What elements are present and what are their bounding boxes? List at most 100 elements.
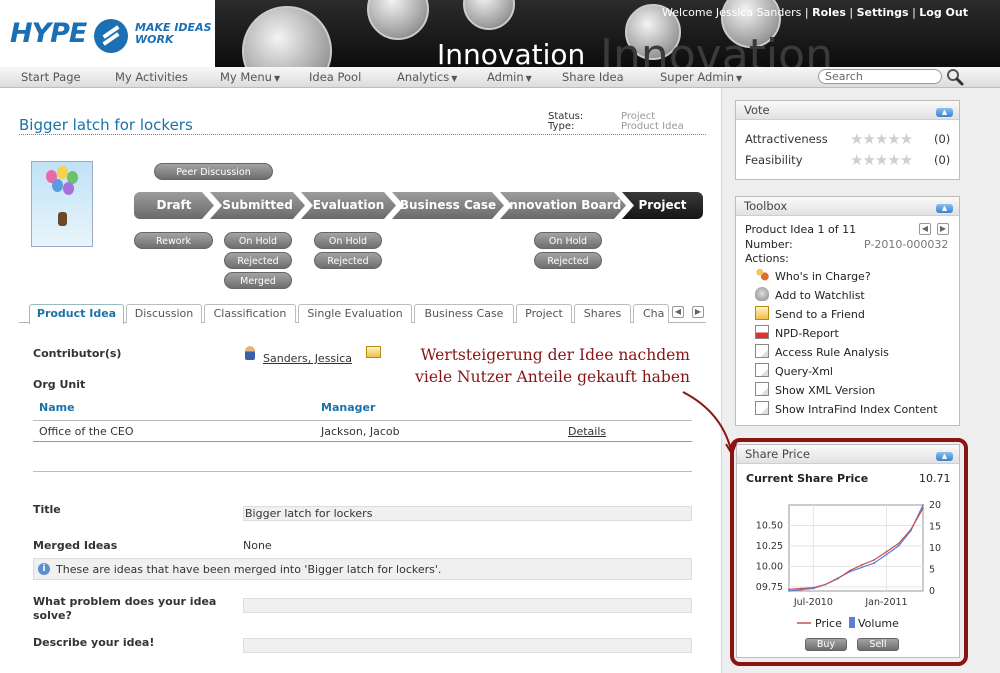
tab-discussion[interactable]: Discussion bbox=[126, 304, 202, 323]
rejected-button-submitted[interactable]: Rejected bbox=[224, 252, 292, 269]
action-query-xml[interactable]: Query-Xml bbox=[755, 363, 833, 379]
merged-info-box: i These are ideas that have been merged … bbox=[33, 558, 692, 580]
contributor-link[interactable]: Sanders, Jessica bbox=[263, 352, 352, 365]
page-icon bbox=[755, 344, 769, 358]
peer-discussion-button[interactable]: Peer Discussion bbox=[154, 163, 273, 180]
vote-panel-header: Vote ▲ bbox=[736, 101, 959, 120]
describe-field[interactable] bbox=[243, 638, 692, 653]
logout-link[interactable]: Log Out bbox=[919, 6, 968, 19]
toolbox-panel-header: Toolbox ▲ bbox=[736, 197, 959, 216]
org-unit-manager: Jackson, Jacob bbox=[321, 425, 400, 438]
collapse-icon[interactable]: ▲ bbox=[936, 204, 953, 213]
action-npd-report[interactable]: NPD-Report bbox=[755, 325, 839, 341]
nav-admin[interactable]: Admin ▼ bbox=[487, 70, 532, 84]
stage-innovation-board[interactable]: Innovation Board bbox=[500, 192, 626, 219]
tab-shares[interactable]: Shares bbox=[574, 304, 631, 323]
stage-draft[interactable]: Draft bbox=[134, 192, 214, 219]
pdf-icon bbox=[755, 325, 769, 339]
people-icon bbox=[755, 268, 769, 282]
rejected-button-board[interactable]: Rejected bbox=[534, 252, 602, 269]
user-name-link[interactable]: Jessica Sanders bbox=[716, 6, 802, 19]
share-price-highlight bbox=[730, 438, 968, 666]
toolbox-actions-label: Actions: bbox=[745, 252, 789, 265]
stage-submitted[interactable]: Submitted bbox=[210, 192, 305, 219]
balloon-icon bbox=[52, 179, 63, 192]
org-unit-label: Org Unit bbox=[33, 378, 86, 391]
search-input[interactable]: Search bbox=[818, 69, 942, 84]
rejected-button-evaluation[interactable]: Rejected bbox=[314, 252, 382, 269]
action-add-to-watchlist[interactable]: Add to Watchlist bbox=[755, 287, 865, 303]
toolbox-position: Product Idea 1 of 11 bbox=[745, 223, 857, 236]
title-field[interactable]: Bigger latch for lockers bbox=[243, 506, 692, 521]
action-send-to-friend[interactable]: Send to a Friend bbox=[755, 306, 865, 322]
roles-link[interactable]: Roles bbox=[812, 6, 846, 19]
org-unit-details-link[interactable]: Details bbox=[568, 425, 606, 438]
title-underline bbox=[19, 134, 706, 135]
problem-field[interactable] bbox=[243, 598, 692, 613]
page-icon bbox=[755, 382, 769, 396]
annotation-arrow bbox=[682, 391, 737, 457]
balloon-icon bbox=[63, 182, 74, 195]
on-hold-button-submitted[interactable]: On Hold bbox=[224, 232, 292, 249]
user-icon bbox=[245, 346, 255, 360]
on-hold-button-board[interactable]: On Hold bbox=[534, 232, 602, 249]
logo-text: HYPE bbox=[10, 18, 87, 49]
nav-super-admin[interactable]: Super Admin ▼ bbox=[660, 70, 742, 84]
merged-button[interactable]: Merged bbox=[224, 272, 292, 289]
tab-classification[interactable]: Classification bbox=[204, 304, 296, 323]
stage-business-case[interactable]: Business Case bbox=[392, 192, 504, 219]
merged-ideas-label: Merged Ideas bbox=[33, 539, 118, 552]
tab-scroll-right-icon[interactable]: ▶ bbox=[692, 306, 704, 318]
hype-logo[interactable]: HYPE MAKE IDEAS WORK bbox=[0, 0, 215, 67]
nav-my-menu[interactable]: My Menu ▼ bbox=[220, 70, 280, 84]
figure-icon bbox=[58, 212, 67, 226]
tab-project[interactable]: Project bbox=[516, 304, 572, 323]
tab-cha-truncated[interactable]: Cha bbox=[633, 304, 669, 323]
chevron-down-icon: ▼ bbox=[451, 74, 458, 83]
info-icon: i bbox=[38, 563, 50, 575]
feasibility-stars[interactable]: ★★★★★ bbox=[850, 151, 913, 169]
action-show-xml-version[interactable]: Show XML Version bbox=[755, 382, 875, 398]
nav-analytics[interactable]: Analytics ▼ bbox=[397, 70, 457, 84]
on-hold-button-evaluation[interactable]: On Hold bbox=[314, 232, 382, 249]
nav-share-idea[interactable]: Share Idea bbox=[562, 70, 624, 84]
welcome-text: Welcome bbox=[662, 6, 713, 19]
settings-link[interactable]: Settings bbox=[857, 6, 909, 19]
stage-evaluation[interactable]: Evaluation bbox=[301, 192, 396, 219]
banner-photo-gears-icon bbox=[367, 0, 429, 40]
idea-image bbox=[31, 161, 93, 247]
tab-business-case[interactable]: Business Case bbox=[414, 304, 514, 323]
tab-scroll-left-icon[interactable]: ◀ bbox=[672, 306, 684, 318]
tab-product-idea[interactable]: Product Idea bbox=[29, 304, 124, 324]
org-unit-name: Office of the CEO bbox=[39, 425, 134, 438]
next-arrow-icon[interactable]: ▶ bbox=[937, 223, 949, 235]
banner-title-ghost: Innovation bbox=[600, 30, 833, 67]
nav-idea-pool[interactable]: Idea Pool bbox=[309, 70, 361, 84]
title-label: Title bbox=[33, 503, 61, 516]
rework-button[interactable]: Rework bbox=[134, 232, 213, 249]
attractiveness-stars[interactable]: ★★★★★ bbox=[850, 130, 913, 148]
stage-project-current[interactable]: Project bbox=[622, 192, 703, 219]
banner-photo-person-icon bbox=[463, 0, 515, 30]
heart-icon bbox=[755, 287, 769, 301]
collapse-icon[interactable]: ▲ bbox=[936, 108, 953, 117]
top-links: Welcome Jessica Sanders | Roles | Settin… bbox=[662, 6, 968, 19]
logo-tagline: MAKE IDEAS WORK bbox=[135, 21, 212, 46]
send-message-icon[interactable] bbox=[366, 346, 381, 358]
page-icon bbox=[755, 363, 769, 377]
section-divider bbox=[33, 471, 692, 472]
prev-arrow-icon[interactable]: ◀ bbox=[919, 223, 931, 235]
action-whos-in-charge[interactable]: Who's in Charge? bbox=[755, 268, 871, 284]
nav-my-activities[interactable]: My Activities bbox=[115, 70, 188, 84]
annotation-text: Wertsteigerung der Idee nachdem viele Nu… bbox=[415, 346, 690, 386]
action-show-intrafind-index[interactable]: Show IntraFind Index Content bbox=[755, 401, 938, 417]
action-access-rule-analysis[interactable]: Access Rule Analysis bbox=[755, 344, 889, 360]
chevron-down-icon: ▼ bbox=[273, 74, 281, 83]
toolbox-panel: Toolbox ▲ Product Idea 1 of 11 ◀ ▶ Numbe… bbox=[735, 196, 960, 426]
mail-icon bbox=[755, 306, 769, 320]
header: HYPE MAKE IDEAS WORK Innovation Innovati… bbox=[0, 0, 1000, 67]
attractiveness-count: (0) bbox=[934, 132, 951, 146]
nav-start-page[interactable]: Start Page bbox=[21, 70, 81, 84]
tab-single-evaluation[interactable]: Single Evaluation bbox=[298, 304, 412, 323]
search-icon[interactable] bbox=[946, 68, 964, 86]
